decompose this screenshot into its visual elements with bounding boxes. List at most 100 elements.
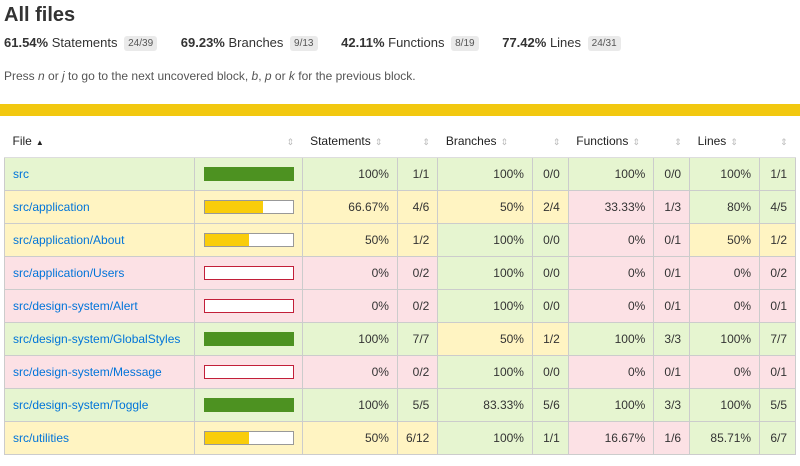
column-lines-frac[interactable]: ⇕ (759, 124, 796, 158)
statements-pct: 0% (301, 355, 398, 389)
statements-fraction: 1/2 (396, 223, 439, 257)
coverage-bar-cell (193, 256, 303, 290)
branches-pct: 100% (437, 157, 533, 191)
lines-pct: 50% (689, 223, 761, 257)
branches-pct: 50% (437, 322, 533, 356)
sort-icon: ⇕ (632, 136, 640, 147)
branches-fraction: 0/0 (531, 157, 569, 191)
table-header-row: File ▲ ⇕ Statements ⇕ ⇕ Branches ⇕ ⇕ Functi… (4, 124, 796, 158)
branches-fraction: 5/6 (531, 388, 569, 422)
branches-pct: 100% (437, 223, 533, 257)
functions-fraction: 0/0 (653, 157, 691, 191)
coverage-bar (203, 266, 294, 280)
file-cell: src/application/About (4, 223, 195, 257)
summary-fraction: 24/31 (587, 36, 621, 51)
functions-pct: 0% (567, 223, 655, 257)
table-row: src/utilities 50% 6/12 100% 1/1 16.67% 1/6 85.7… (4, 421, 796, 455)
coverage-bar-cell (193, 421, 303, 455)
sort-icon: ⇕ (730, 136, 738, 147)
lines-pct: 100% (689, 157, 761, 191)
statements-fraction: 4/6 (396, 190, 439, 224)
file-cell: src/application/Users (4, 256, 195, 290)
lines-fraction: 0/2 (759, 256, 796, 290)
statements-fraction: 0/2 (396, 289, 439, 323)
sort-asc-icon: ▲ (35, 137, 44, 147)
file-cell: src/application (4, 190, 195, 224)
statements-fraction: 1/1 (396, 157, 439, 191)
summary-label: Branches (228, 35, 284, 50)
column-statements[interactable]: Statements ⇕ (302, 124, 398, 158)
lines-pct: 100% (689, 322, 761, 356)
column-statements-frac[interactable]: ⇕ (397, 124, 438, 158)
coverage-bar-fill (204, 399, 293, 411)
column-file[interactable]: File ▲ (4, 124, 195, 158)
coverage-bar-cell (193, 289, 303, 323)
functions-pct: 0% (567, 289, 655, 323)
file-link[interactable]: src/application/About (13, 233, 124, 247)
functions-pct: 100% (567, 157, 655, 191)
file-link[interactable]: src (13, 167, 29, 181)
coverage-bar (203, 299, 294, 313)
file-link[interactable]: src/utilities (13, 431, 69, 445)
statements-pct: 100% (301, 157, 398, 191)
branches-fraction: 1/2 (531, 322, 569, 356)
key-n: n (38, 69, 45, 83)
statements-pct: 100% (301, 388, 398, 422)
coverage-bar (203, 365, 294, 379)
sort-icon: ⇕ (552, 136, 561, 147)
file-link[interactable]: src/application/Users (13, 266, 124, 280)
table-row: src/design-system/GlobalStyles 100% 7/7 50%… (4, 322, 796, 356)
column-functions-frac[interactable]: ⇕ (653, 124, 690, 158)
statements-pct: 100% (301, 322, 398, 356)
column-lines[interactable]: Lines ⇕ (689, 124, 760, 158)
column-coverage-bar[interactable]: ⇕ (194, 124, 303, 158)
coverage-bar-cell (193, 322, 303, 356)
coverage-bar-fill (204, 333, 293, 345)
table-row: src/application/About 50% 1/2 100% 0/0 0% 0/1 5… (4, 223, 796, 257)
status-strip (0, 104, 800, 116)
lines-fraction: 5/5 (759, 388, 796, 422)
functions-fraction: 0/1 (653, 223, 691, 257)
lines-fraction: 6/7 (759, 421, 796, 455)
table-row: src/design-system/Message 0% 0/2 100% 0/0 0% 0… (4, 355, 796, 389)
statements-pct: 66.67% (301, 190, 398, 224)
summary-pct: 69.23% (180, 35, 225, 50)
column-branches-frac[interactable]: ⇕ (532, 124, 569, 158)
functions-fraction: 3/3 (653, 322, 691, 356)
lines-fraction: 1/1 (759, 157, 796, 191)
branches-fraction: 0/0 (531, 223, 569, 257)
branches-fraction: 0/0 (531, 289, 569, 323)
sort-icon: ⇕ (374, 136, 383, 147)
functions-pct: 100% (567, 322, 655, 356)
branches-fraction: 2/4 (531, 190, 569, 224)
column-functions[interactable]: Functions ⇕ (568, 124, 654, 158)
lines-pct: 80% (689, 190, 761, 224)
file-link[interactable]: src/design-system/Toggle (13, 398, 148, 412)
file-cell: src/utilities (4, 421, 195, 455)
file-cell: src/design-system/Alert (4, 289, 195, 323)
file-link[interactable]: src/design-system/Alert (13, 299, 138, 313)
summary-functions: 42.11% Functions 8/19 (341, 35, 479, 51)
branches-pct: 100% (437, 289, 533, 323)
summary-statements: 61.54% Statements 24/39 (4, 35, 158, 51)
file-link[interactable]: src/design-system/GlobalStyles (13, 332, 180, 346)
file-link[interactable]: src/application (13, 200, 90, 214)
summary-lines: 77.42% Lines 24/31 (502, 35, 621, 51)
coverage-bar-cell (193, 157, 303, 191)
lines-pct: 0% (689, 256, 761, 290)
key-p: p (264, 69, 272, 83)
lines-fraction: 1/2 (759, 223, 796, 257)
functions-pct: 0% (567, 256, 655, 290)
sort-icon: ⇕ (500, 136, 509, 147)
lines-fraction: 0/1 (759, 355, 796, 389)
statements-pct: 0% (301, 289, 398, 323)
coverage-bar (203, 332, 294, 346)
functions-pct: 33.33% (567, 190, 655, 224)
file-link[interactable]: src/design-system/Message (13, 365, 162, 379)
summary-branches: 69.23% Branches 9/13 (181, 35, 318, 51)
statements-fraction: 0/2 (396, 256, 439, 290)
lines-fraction: 4/5 (759, 190, 796, 224)
lines-fraction: 0/1 (759, 289, 796, 323)
functions-pct: 16.67% (567, 421, 655, 455)
column-branches[interactable]: Branches ⇕ (437, 124, 533, 158)
